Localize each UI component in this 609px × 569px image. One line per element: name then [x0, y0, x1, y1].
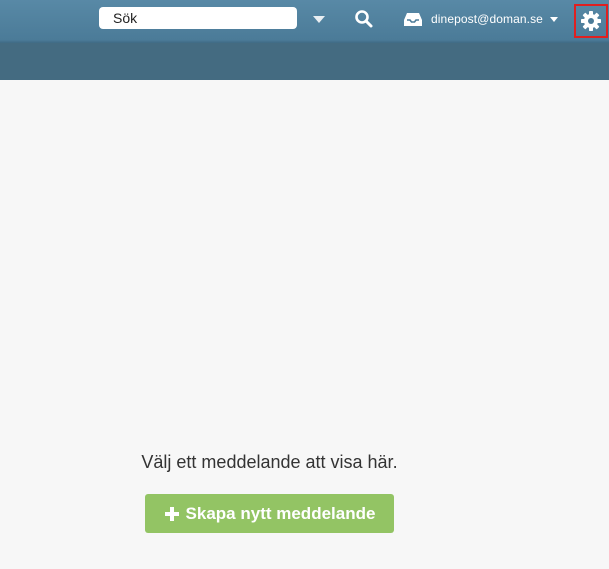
toolbar-band — [0, 43, 609, 80]
settings-button[interactable] — [574, 4, 608, 38]
gear-icon — [581, 11, 601, 31]
search-input[interactable] — [99, 7, 297, 29]
compose-new-message-button[interactable]: Skapa nytt meddelande — [145, 494, 394, 533]
compose-button-label: Skapa nytt meddelande — [185, 503, 376, 523]
chevron-down-icon — [313, 16, 325, 23]
search-icon — [355, 10, 373, 28]
caret-down-icon — [549, 17, 558, 22]
search-button[interactable] — [353, 8, 375, 30]
account-email: dinepost@doman.se — [431, 12, 543, 26]
plus-icon — [164, 506, 179, 521]
account-menu[interactable]: dinepost@doman.se — [402, 9, 559, 29]
empty-state-message: Välj ett meddelande att visa här. — [141, 452, 398, 472]
inbox-icon — [404, 13, 422, 26]
top-bar: dinepost@doman.se — [0, 0, 609, 80]
search-options-dropdown[interactable] — [310, 12, 328, 26]
